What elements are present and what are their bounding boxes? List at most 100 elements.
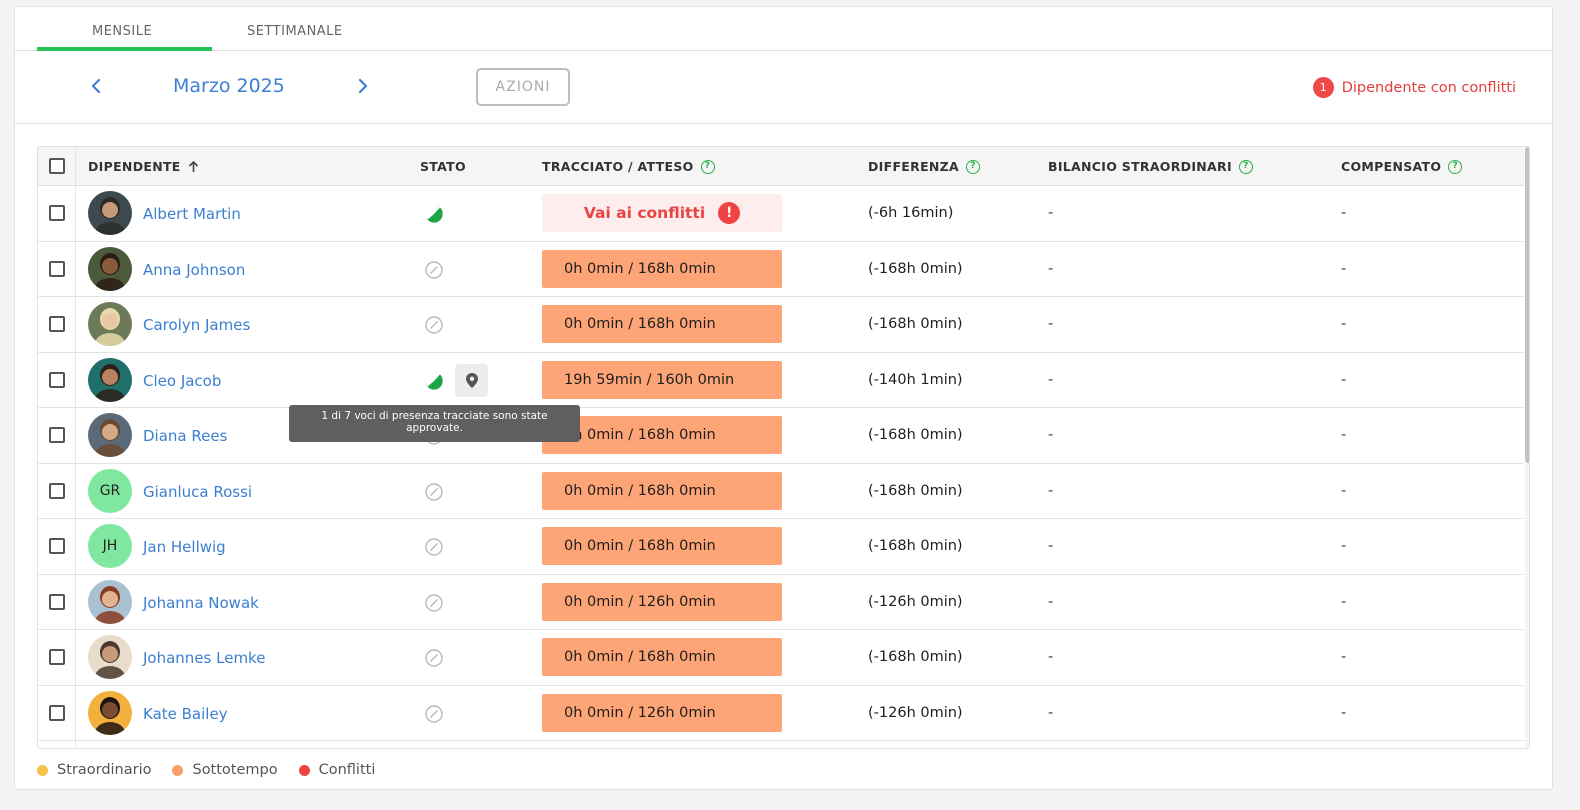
table-header: DIPENDENTE STATO TRACCIATO / ATTESO ? DI… [38,147,1524,186]
tracked-expected-value: 0h 0min / 168h 0min [542,471,782,510]
column-difference: DIFFERENZA ? [868,159,981,174]
column-compensated: COMPENSATO ? [1341,159,1463,174]
go-to-conflicts-button[interactable]: Vai ai conflitti ! [542,194,782,232]
not-approved-icon[interactable] [424,648,444,668]
column-employee[interactable]: DIPENDENTE [88,159,199,174]
column-overtime-balance-label: BILANCIO STRAORDINARI [1048,159,1232,174]
row-checkbox[interactable] [49,538,65,554]
scrollbar-thumb[interactable] [1525,147,1529,463]
partial-approval-icon[interactable] [424,204,444,224]
avatar-photo [95,308,125,346]
actions-button[interactable]: AZIONI [476,68,570,106]
employee-name-link[interactable]: Albert Martin [143,205,241,223]
avatar[interactable] [88,579,132,624]
overtime-balance-value: - [1048,593,1054,610]
employee-name-link[interactable]: Gianluca Rossi [143,483,252,501]
row-checkbox[interactable] [49,371,65,388]
row-checkbox[interactable] [49,260,65,277]
help-icon[interactable]: ? [700,159,715,174]
difference-value: (-140h 1min) [868,371,963,388]
compensated-value: - [1341,704,1347,721]
row-checkbox[interactable] [49,427,65,443]
avatar-photo [95,641,125,679]
table-row: JH Jan Hellwig 0h 0min / 168h 0min (-168… [38,519,1524,575]
table-row: Kate Bailey 0h 0min / 126h 0min (-126h 0… [38,686,1524,741]
row-checkbox[interactable] [49,316,65,332]
employee-name-link[interactable]: Cleo Jacob [143,372,221,390]
not-approved-icon[interactable] [424,260,444,280]
employee-name-link[interactable]: Anna Johnson [143,261,245,279]
not-approved-icon[interactable] [424,482,444,502]
overtime-balance-value: - [1048,205,1054,221]
legend: Straordinario Sottotempo Conflitti [37,762,396,778]
row-checkbox[interactable] [49,704,65,721]
avatar-photo [95,252,125,291]
employee-name-link[interactable]: Diana Rees [143,427,227,445]
sort-ascending-icon [188,160,198,172]
difference-value: (-168h 0min) [868,538,963,554]
avatar[interactable] [88,357,132,402]
legend-label: Conflitti [318,762,376,778]
row-checkbox[interactable] [49,593,65,610]
partial-approval-icon[interactable] [424,371,444,391]
difference-value: (-168h 0min) [868,482,963,499]
overtime-balance-value: - [1048,371,1054,388]
avatar-photo [95,696,125,735]
compensated-value: - [1341,593,1347,610]
avatar[interactable]: JH [88,524,132,568]
avatar[interactable] [88,191,132,235]
difference-value: (-168h 0min) [868,316,963,332]
help-icon[interactable]: ? [1448,159,1463,174]
difference-value: (-126h 0min) [868,593,963,610]
legend-dot [172,764,184,776]
compensated-value: - [1341,482,1347,499]
overtime-balance-value: - [1048,538,1054,554]
overtime-balance-value: - [1048,316,1054,332]
not-approved-icon[interactable] [424,704,444,724]
alert-icon: ! [718,202,741,224]
current-month: Marzo 2025 [173,75,285,97]
table-scrollbar[interactable] [1525,147,1529,748]
avatar[interactable] [88,413,132,457]
help-icon[interactable]: ? [966,159,981,174]
table-row: Johanna Nowak 0h 0min / 126h 0min (-126h… [38,575,1524,630]
avatar[interactable] [88,690,132,735]
avatar[interactable] [88,635,132,679]
overtime-balance-value: - [1048,260,1054,277]
not-approved-icon[interactable] [424,315,444,335]
avatar[interactable] [88,302,132,346]
avatar[interactable] [88,246,132,291]
employee-name-link[interactable]: Kate Bailey [143,705,228,723]
not-approved-icon[interactable] [424,593,444,613]
help-icon[interactable]: ? [1238,159,1253,174]
employee-name-link[interactable]: Johanna Nowak [143,594,259,612]
chevron-right-icon[interactable] [356,77,370,95]
table-row: Johannes Lemke 0h 0min / 168h 0min (-168… [38,630,1524,686]
avatar[interactable]: GR [88,468,132,513]
location-button[interactable] [455,363,488,397]
avatar-photo [95,363,125,402]
tab-weekly[interactable]: SETTIMANALE [247,24,343,39]
select-all-checkbox[interactable] [49,158,65,174]
legend-dot [37,764,48,776]
row-checkbox[interactable] [49,205,65,221]
row-checkbox[interactable] [49,649,65,665]
table-row: Cleo Jacob 19h 59min / 160h 0min (-140h … [38,353,1524,408]
compensated-value: - [1341,260,1347,277]
employee-name-link[interactable]: Johannes Lemke [143,649,265,667]
legend-item-overtime: Straordinario [37,762,151,778]
legend-label: Straordinario [57,762,152,778]
chevron-left-icon[interactable] [89,77,103,95]
table-row: Anna Johnson 0h 0min / 168h 0min (-168h … [38,242,1524,297]
row-checkbox[interactable] [49,482,65,499]
approval-tooltip: 1 di 7 voci di presenza tracciate sono s… [289,405,580,442]
column-difference-label: DIFFERENZA [868,159,960,174]
employee-name-link[interactable]: Carolyn James [143,316,250,334]
table-row: GR Gianluca Rossi 0h 0min / 168h 0min (-… [38,464,1524,519]
not-approved-icon[interactable] [424,537,444,557]
tab-monthly[interactable]: MENSILE [92,24,152,39]
conflicts-link[interactable]: 1 Dipendente con conflitti [1312,77,1516,98]
overtime-balance-value: - [1048,704,1054,721]
employee-name-link[interactable]: Jan Hellwig [143,538,226,556]
tracked-expected-value: 0h 0min / 126h 0min [542,693,782,732]
